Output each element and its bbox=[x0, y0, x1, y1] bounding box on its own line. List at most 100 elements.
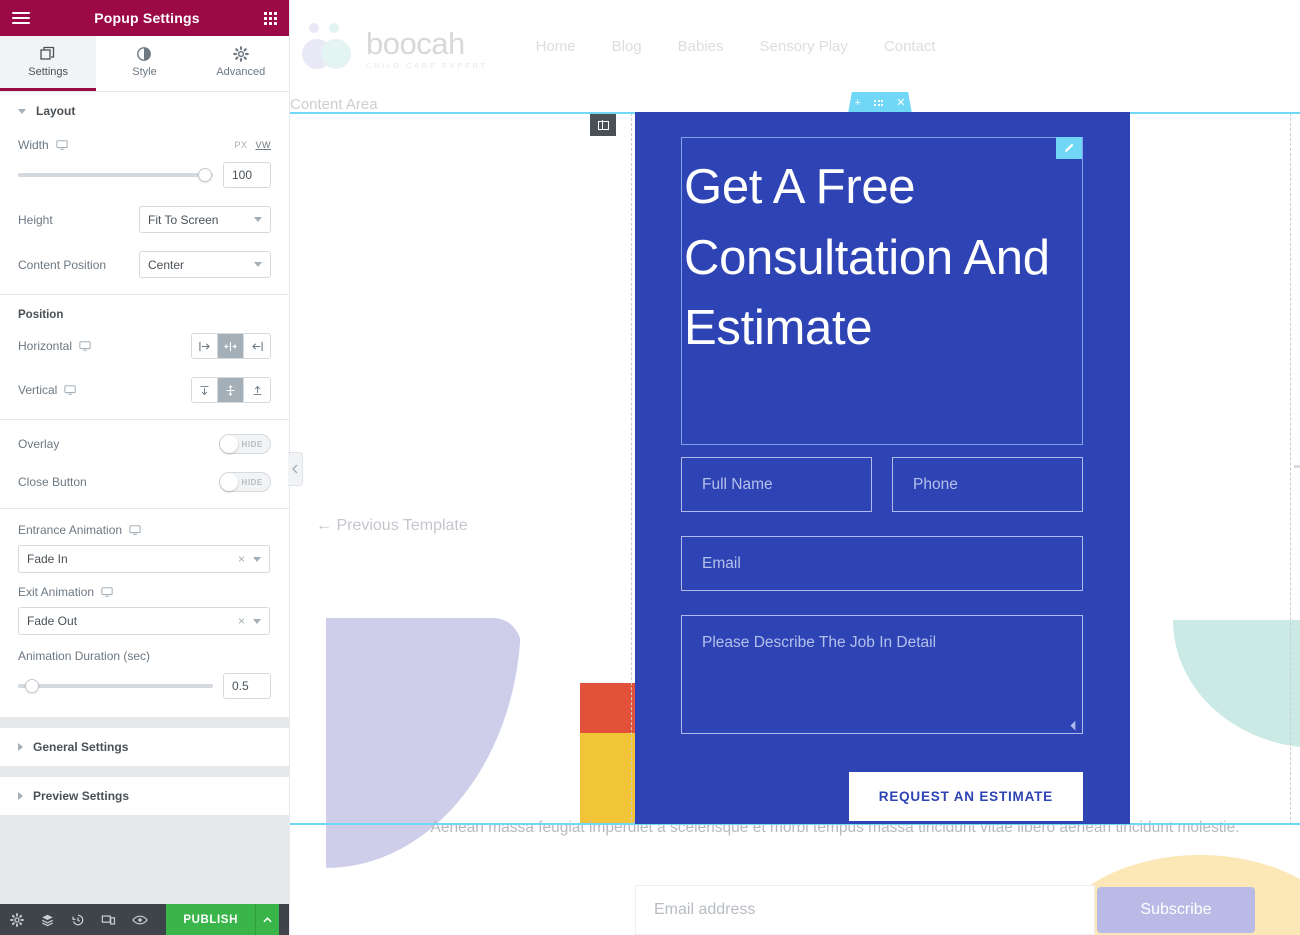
nav-item-babies[interactable]: Babies bbox=[678, 38, 724, 55]
popup-heading: Get A Free Consultation And Estimate bbox=[684, 160, 1050, 356]
request-estimate-button[interactable]: REQUEST AN ESTIMATE bbox=[848, 772, 1083, 821]
grid-apps-icon[interactable] bbox=[264, 11, 277, 25]
form-row-message: Please Describe The Job In Detail ◣ bbox=[681, 615, 1083, 734]
layers-icon[interactable] bbox=[40, 913, 55, 927]
newsletter-signup: Email address Subscribe bbox=[635, 885, 1255, 935]
heading-widget[interactable]: Get A Free Consultation And Estimate bbox=[681, 137, 1083, 445]
width-units: PX VW bbox=[234, 140, 271, 150]
full-name-input[interactable]: Full Name bbox=[681, 457, 872, 512]
exit-animation-select[interactable]: Fade Out × bbox=[18, 607, 270, 635]
tab-advanced[interactable]: Advanced bbox=[193, 36, 289, 91]
control-width-label: Width bbox=[18, 138, 68, 152]
job-description-placeholder: Please Describe The Job In Detail bbox=[702, 634, 937, 651]
align-top-button[interactable] bbox=[192, 378, 218, 402]
section-animation: Entrance Animation Fade In × Exit Animat… bbox=[0, 509, 289, 718]
overlay-toggle[interactable]: HIDE bbox=[219, 434, 271, 454]
align-left-button[interactable] bbox=[192, 334, 218, 358]
control-close-button-label: Close Button bbox=[18, 475, 87, 489]
panel-collapse-handle[interactable] bbox=[288, 452, 303, 486]
eye-preview-icon[interactable] bbox=[132, 913, 148, 927]
form-submit-row: REQUEST AN ESTIMATE bbox=[681, 772, 1083, 821]
section-preview-settings-header[interactable]: Preview Settings bbox=[0, 777, 289, 815]
nav-item-home[interactable]: Home bbox=[536, 38, 576, 55]
width-slider[interactable] bbox=[18, 168, 213, 182]
site-header: boocah CHILD CARE EXPERT Home Blog Babie… bbox=[290, 0, 1300, 92]
chevron-right-icon bbox=[18, 792, 23, 800]
gear-advanced-icon bbox=[233, 46, 249, 62]
close-button-toggle[interactable]: HIDE bbox=[219, 472, 271, 492]
section-general-settings-header[interactable]: General Settings bbox=[0, 728, 289, 766]
clear-entrance-animation-icon[interactable]: × bbox=[238, 552, 245, 566]
logo-tagline: CHILD CARE EXPERT bbox=[366, 60, 488, 70]
control-entrance-animation-label: Entrance Animation bbox=[18, 523, 271, 537]
nav-item-sensory-play[interactable]: Sensory Play bbox=[760, 38, 848, 55]
animation-duration-input[interactable]: 0.5 bbox=[223, 673, 271, 699]
column-handle-icon[interactable] bbox=[590, 114, 616, 136]
align-bottom-button[interactable] bbox=[244, 378, 270, 402]
unit-px[interactable]: PX bbox=[234, 140, 247, 150]
tab-settings[interactable]: Settings bbox=[0, 36, 97, 91]
job-description-textarea[interactable]: Please Describe The Job In Detail ◣ bbox=[681, 615, 1083, 734]
desktop-device-icon[interactable] bbox=[56, 139, 68, 151]
chevron-right-icon bbox=[18, 743, 23, 751]
desktop-device-icon[interactable] bbox=[129, 524, 141, 536]
history-revisions-icon[interactable] bbox=[71, 913, 85, 927]
nav-item-contact[interactable]: Contact bbox=[884, 38, 936, 55]
tab-advanced-label: Advanced bbox=[216, 66, 266, 78]
content-position-select[interactable]: Center bbox=[139, 251, 271, 278]
hamburger-icon[interactable] bbox=[12, 12, 30, 24]
content-position-value: Center bbox=[148, 257, 185, 272]
popup-preview: Get A Free Consultation And Estimate Ful… bbox=[590, 112, 1130, 824]
form-row-name-phone: Full Name Phone bbox=[681, 457, 1083, 512]
content-area-label: Content Area bbox=[290, 96, 378, 113]
panel-body: Layout Width PX VW 100 Height Fit To Scr… bbox=[0, 92, 289, 904]
responsive-preview-icon[interactable] bbox=[101, 913, 116, 927]
section-layout: Layout Width PX VW 100 Height Fit To Scr… bbox=[0, 92, 289, 295]
section-general-settings-title: General Settings bbox=[33, 740, 129, 754]
close-button-toggle-knob bbox=[220, 473, 238, 491]
animation-duration-slider[interactable] bbox=[18, 679, 213, 693]
publish-button[interactable]: PUBLISH bbox=[166, 904, 255, 935]
unit-vw[interactable]: VW bbox=[256, 140, 272, 150]
desktop-device-icon[interactable] bbox=[101, 586, 113, 598]
panel-title: Popup Settings bbox=[94, 10, 200, 26]
gear-icon[interactable] bbox=[10, 912, 24, 927]
chevron-down-icon bbox=[253, 618, 261, 624]
align-right-button[interactable] bbox=[244, 334, 270, 358]
newsletter-email-input[interactable]: Email address bbox=[635, 885, 1095, 935]
textarea-resize-handle-icon[interactable]: ◣ bbox=[1069, 719, 1082, 732]
newsletter-subscribe-button[interactable]: Subscribe bbox=[1097, 887, 1255, 933]
control-height: Height Fit To Screen bbox=[0, 198, 289, 243]
nav-item-blog[interactable]: Blog bbox=[612, 38, 642, 55]
entrance-animation-select[interactable]: Fade In × bbox=[18, 545, 270, 573]
site-logo[interactable]: boocah CHILD CARE EXPERT bbox=[302, 23, 488, 69]
layers-settings-icon bbox=[40, 46, 55, 60]
preview-canvas: boocah CHILD CARE EXPERT Home Blog Babie… bbox=[290, 0, 1300, 935]
control-exit-animation-label: Exit Animation bbox=[18, 585, 271, 599]
align-center-button[interactable] bbox=[218, 334, 244, 358]
height-select[interactable]: Fit To Screen bbox=[139, 206, 271, 233]
section-divider bbox=[0, 767, 289, 777]
align-middle-button[interactable] bbox=[218, 378, 244, 402]
panel-footer: PUBLISH bbox=[0, 904, 289, 935]
email-input[interactable]: Email bbox=[681, 536, 1083, 591]
width-value-input[interactable]: 100 bbox=[223, 162, 271, 188]
tab-settings-label: Settings bbox=[28, 66, 69, 78]
control-overlay: Overlay HIDE bbox=[0, 420, 289, 464]
phone-input[interactable]: Phone bbox=[892, 457, 1083, 512]
control-close-button: Close Button HIDE bbox=[0, 464, 289, 508]
clear-exit-animation-icon[interactable]: × bbox=[238, 614, 245, 628]
desktop-device-icon[interactable] bbox=[64, 384, 77, 396]
width-slider-knob[interactable] bbox=[198, 168, 213, 182]
overlay-toggle-label: HIDE bbox=[241, 439, 263, 449]
pencil-edit-icon[interactable] bbox=[1056, 137, 1082, 159]
previous-template-link[interactable]: ← Previous Template bbox=[316, 517, 468, 535]
animation-duration-slider-knob[interactable] bbox=[24, 679, 39, 693]
section-preview-settings-title: Preview Settings bbox=[33, 789, 130, 803]
desktop-device-icon[interactable] bbox=[79, 340, 91, 352]
chevron-down-icon bbox=[254, 217, 262, 222]
publish-options-chevron-up-icon[interactable] bbox=[255, 904, 279, 935]
control-exit-animation: Exit Animation Fade Out × bbox=[0, 575, 289, 637]
tab-style[interactable]: Style bbox=[96, 36, 192, 91]
section-layout-header[interactable]: Layout bbox=[0, 92, 289, 130]
